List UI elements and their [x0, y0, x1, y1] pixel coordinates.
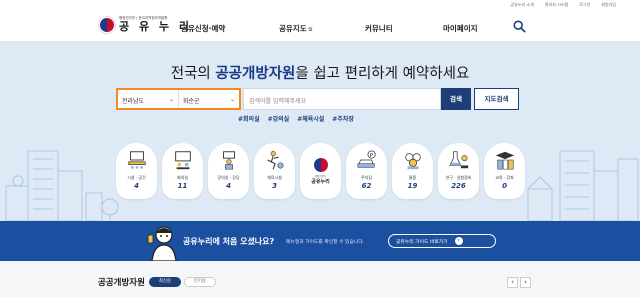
tab-latest[interactable]: 최신순 [149, 277, 181, 287]
category-label: 시설 · 공간 [127, 175, 146, 180]
category-count: 19 [407, 182, 418, 190]
resource-section: 공공개방자원 최신순 인기순 ‹ › [0, 261, 640, 297]
utility-links: 공유누리 소개 관리자 시스템 로그인 회원가입 [511, 0, 617, 9]
category-label: 교육 · 강좌 [495, 175, 514, 180]
hero-headline: 전국의 공공개방자원을 쉽고 편리하게 예약하세요 [170, 66, 470, 82]
category-list: 시설 · 공간 4 회의실 11 강의실 · 강당 4 체육시설 3 행정안전부… [116, 143, 525, 199]
category-count: 4 [134, 182, 139, 190]
meeting-room-icon [127, 151, 146, 169]
region-select[interactable]: 전라남도 ⌄ [118, 90, 179, 108]
category-label: 연구 · 실험장비 [445, 175, 472, 180]
category-research[interactable]: 연구 · 실험장비 226 [438, 143, 479, 199]
category-facility[interactable]: 시설 · 공간 4 [116, 143, 157, 199]
search-icon[interactable] [513, 20, 526, 33]
parking-icon: P [357, 150, 376, 168]
category-sports[interactable]: 체육시설 3 [254, 143, 295, 199]
hashtag-list: #회의실 #강의실 #체육시설 #주차장 [238, 114, 354, 123]
city-illustration-left [5, 150, 119, 221]
government-emblem-icon [99, 16, 115, 33]
category-label: 물품 [408, 175, 417, 180]
search-bar: 전라남도 ⌄ 화순군 ⌄ 검색어를 입력해주세요 검색 지도검색 [116, 88, 519, 110]
category-label: 강의실 · 강당 [217, 175, 240, 180]
nav-map[interactable]: 공유지도 ⧉ [279, 23, 312, 34]
category-count: 0 [502, 182, 507, 190]
district-select[interactable]: 화순군 ⌄ [179, 90, 239, 108]
category-center-logo: 행정안전부 공유누리 [300, 143, 341, 199]
tag-parking[interactable]: #주차장 [332, 114, 354, 123]
next-arrow-icon[interactable]: › [520, 277, 531, 288]
guide-button[interactable]: 공유누리 가이드 바로가기 › [388, 234, 496, 248]
city-illustration-right [526, 150, 639, 221]
chevron-down-icon: ⌄ [229, 96, 235, 103]
search-button[interactable]: 검색 [441, 88, 471, 110]
external-link-icon: ⧉ [308, 27, 313, 33]
search-input[interactable]: 검색어를 입력해주세요 [243, 88, 441, 110]
center-logo-title: 공유누리 [311, 178, 330, 185]
header: 행정안전부 | 한국지역정보개발원 공 유 누 리 공유신청·예약 공유지도 ⧉ … [0, 9, 640, 42]
lecture-hall-icon [222, 151, 235, 170]
category-label: 회의실 [176, 175, 189, 180]
section-title: 공공개방자원 [98, 278, 145, 288]
nav-community[interactable]: 커뮤니티 [365, 23, 393, 34]
chevron-right-icon: › [454, 237, 463, 245]
prev-arrow-icon[interactable]: ‹ [507, 277, 518, 288]
sports-icon [266, 151, 284, 170]
category-label: 체육시설 [267, 175, 282, 180]
education-icon [495, 151, 514, 170]
guide-banner: 공유누리에 처음 오셨나요? 메뉴얼과 가이드를 확인할 수 있습니다. 공유누… [0, 221, 640, 261]
chevron-down-icon: ⌄ [168, 96, 174, 103]
tag-sports[interactable]: #체육시설 [297, 114, 324, 123]
category-parking[interactable]: P 주차장 62 [346, 143, 387, 199]
category-count: 4 [226, 182, 231, 190]
category-label: 주차장 [360, 175, 373, 180]
link-about[interactable]: 공유누리 소개 [511, 2, 534, 8]
research-icon [448, 151, 468, 169]
link-signup[interactable]: 회원가입 [601, 2, 616, 8]
nav-reservation[interactable]: 공유신청·예약 [181, 23, 225, 34]
map-search-button[interactable]: 지도검색 [474, 88, 519, 110]
tab-popular[interactable]: 인기순 [184, 277, 216, 287]
lecture-room-icon [174, 151, 191, 170]
tag-lecture-room[interactable]: #강의실 [268, 114, 290, 123]
link-admin[interactable]: 관리자 시스템 [545, 2, 568, 8]
tag-meeting-room[interactable]: #회의실 [238, 114, 260, 123]
goods-icon [404, 153, 421, 170]
category-count: 11 [177, 182, 188, 190]
link-login[interactable]: 로그인 [579, 2, 590, 8]
nav-mypage[interactable]: 마이페이지 [443, 23, 478, 34]
category-meeting-room[interactable]: 회의실 11 [162, 143, 203, 199]
region-selector: 전라남도 ⌄ 화순군 ⌄ [116, 88, 241, 110]
category-count: 3 [272, 182, 277, 190]
category-count: 62 [361, 182, 372, 190]
banner-description: 메뉴얼과 가이드를 확인할 수 있습니다. [286, 240, 365, 245]
banner-title: 공유누리에 처음 오셨나요? [183, 237, 275, 246]
category-education[interactable]: 교육 · 강좌 0 [484, 143, 525, 199]
hero: 전국의 공공개방자원을 쉽고 편리하게 예약하세요 전라남도 ⌄ 화순군 ⌄ 검색어… [0, 42, 640, 221]
category-goods[interactable]: 물품 19 [392, 143, 433, 199]
category-lecture-hall[interactable]: 강의실 · 강당 4 [208, 143, 249, 199]
guide-character-icon [147, 226, 177, 261]
center-logo [313, 157, 328, 172]
category-count: 226 [451, 182, 466, 190]
logo[interactable]: 행정안전부 | 한국지역정보개발원 공 유 누 리 [99, 16, 192, 33]
